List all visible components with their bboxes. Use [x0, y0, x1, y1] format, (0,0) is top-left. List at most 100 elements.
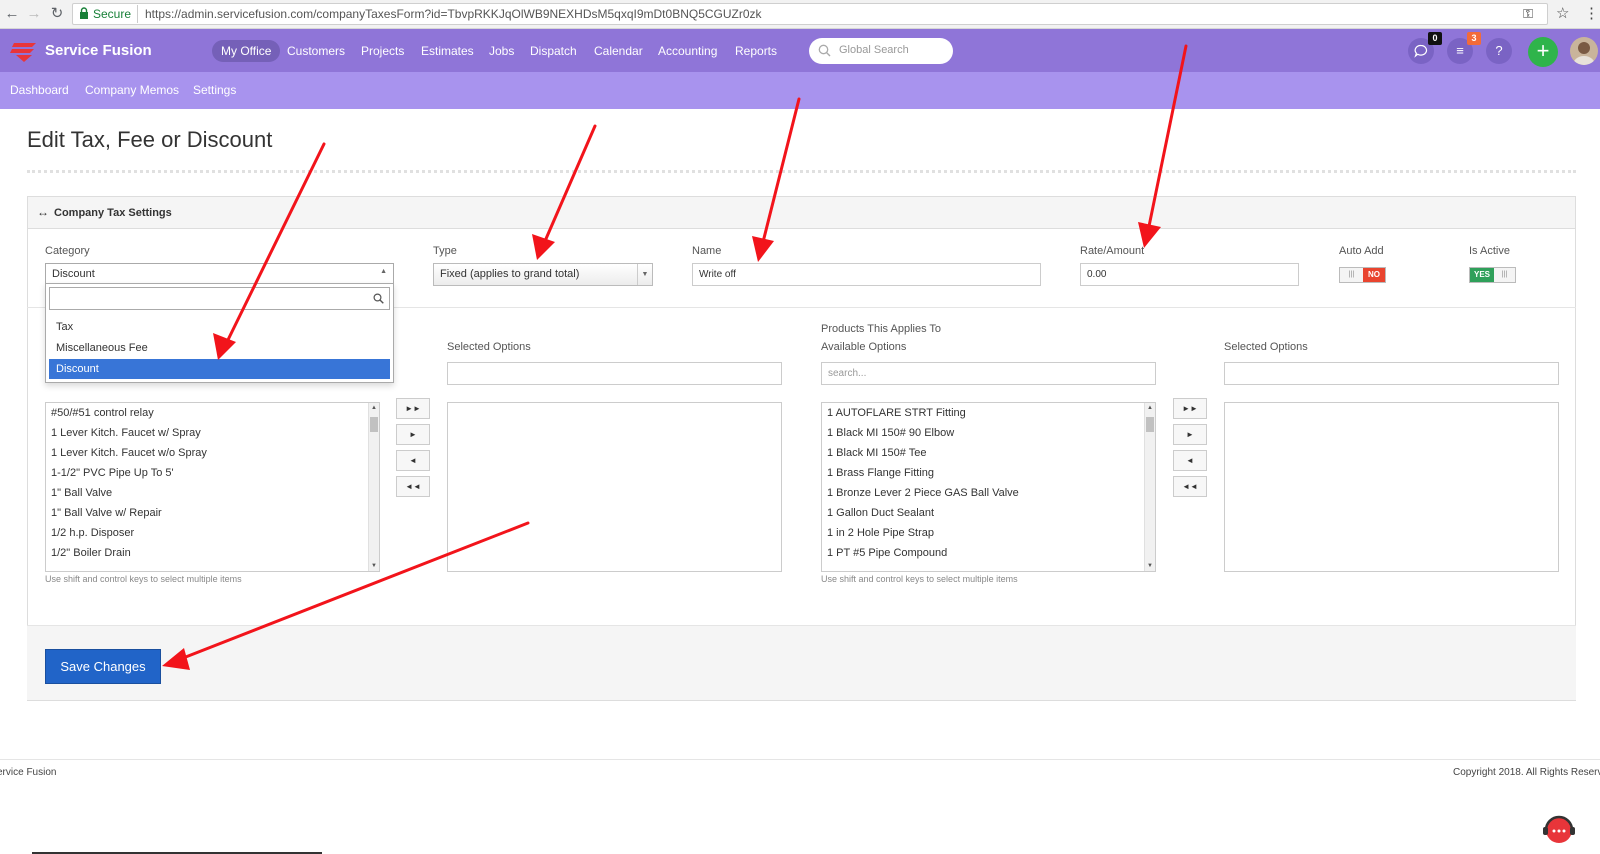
nav-jobs[interactable]: Jobs	[480, 40, 523, 62]
move-left-button[interactable]: ◄	[1173, 450, 1207, 471]
scroll-down-icon[interactable]: ▼	[1145, 561, 1155, 571]
list-item[interactable]: 1 Bronze Lever 2 Piece GAS Ball Valve	[827, 483, 1019, 503]
category-option-discount[interactable]: Discount	[49, 359, 390, 379]
save-changes-button[interactable]: Save Changes	[45, 649, 161, 684]
list-item[interactable]: 1/2" Boiler Drain	[51, 543, 131, 563]
list-item[interactable]: 1-1/2" PVC Pipe Up To 5'	[51, 463, 174, 483]
page-footer-divider	[0, 759, 1600, 760]
products-selected-list[interactable]	[1224, 402, 1559, 572]
products-hint: Use shift and control keys to select mul…	[821, 574, 1018, 584]
reload-icon[interactable]: ↻	[47, 4, 67, 24]
support-chat-icon[interactable]	[1541, 812, 1577, 848]
nav-calendar[interactable]: Calendar	[585, 40, 652, 62]
collapse-arrows-icon[interactable]: ↔	[37, 205, 49, 219]
browser-menu-icon[interactable]: ⋮	[1584, 4, 1599, 22]
services-hint: Use shift and control keys to select mul…	[45, 574, 242, 584]
global-search-placeholder: Global Search	[839, 44, 909, 56]
global-search-input[interactable]: Global Search	[809, 38, 953, 64]
subnav-settings[interactable]: Settings	[193, 83, 236, 97]
list-item[interactable]: 1 Brass Flange Fitting	[827, 463, 934, 483]
list-item[interactable]: 1 PT #5 Pipe Compound	[827, 543, 947, 563]
list-item[interactable]: 1 Lever Kitch. Faucet w/o Spray	[51, 443, 207, 463]
bookmark-star-icon[interactable]: ☆	[1556, 4, 1569, 22]
chevron-up-icon: ▲	[380, 268, 387, 275]
services-selected-label: Selected Options	[447, 341, 531, 353]
nav-projects[interactable]: Projects	[352, 40, 413, 62]
products-available-list[interactable]: 1 AUTOFLARE STRT Fitting 1 Black MI 150#…	[821, 402, 1156, 572]
move-all-right-button[interactable]: ►►	[1173, 398, 1207, 419]
category-label: Category	[45, 245, 90, 257]
move-all-left-button[interactable]: ◄◄	[1173, 476, 1207, 497]
help-icon[interactable]: ?	[1486, 38, 1512, 64]
scrollbar[interactable]: ▲ ▼	[1144, 403, 1155, 571]
category-option-miscellaneous-fee[interactable]: Miscellaneous Fee	[49, 338, 390, 358]
url-text[interactable]: https://admin.servicefusion.com/companyT…	[145, 7, 762, 21]
move-right-button[interactable]: ►	[1173, 424, 1207, 445]
move-right-button[interactable]: ►	[396, 424, 430, 445]
app-header: Service Fusion My Office Customers Proje…	[0, 29, 1600, 72]
list-item[interactable]: 1 Gallon Duct Sealant	[827, 503, 934, 523]
move-all-left-button[interactable]: ◄◄	[396, 476, 430, 497]
name-input[interactable]: Write off	[692, 263, 1041, 286]
list-item[interactable]: 1 in 2 Hole Pipe Strap	[827, 523, 934, 543]
subnav-dashboard[interactable]: Dashboard	[10, 83, 69, 97]
list-item[interactable]: 1" Ball Valve	[51, 483, 112, 503]
title-divider	[27, 170, 1576, 173]
list-item[interactable]: 1 Black MI 150# 90 Elbow	[827, 423, 954, 443]
name-value: Write off	[699, 269, 736, 280]
nav-my-office[interactable]: My Office	[212, 40, 281, 62]
list-item[interactable]: 1/2 h.p. Disposer	[51, 523, 134, 543]
services-selected-search[interactable]	[447, 362, 782, 385]
list-item[interactable]: 1 Lever Kitch. Faucet w/ Spray	[51, 423, 201, 443]
list-item[interactable]: #50/#51 control relay	[51, 403, 154, 423]
panel-header: ↔ Company Tax Settings	[28, 197, 1575, 229]
nav-estimates[interactable]: Estimates	[412, 40, 483, 62]
category-dropdown: Tax Miscellaneous Fee Discount	[45, 283, 394, 383]
page-title: Edit Tax, Fee or Discount	[27, 127, 273, 152]
toggle-grip-icon: |||	[1348, 271, 1355, 278]
scroll-up-icon[interactable]: ▲	[1145, 403, 1155, 413]
quick-add-button[interactable]: +	[1528, 37, 1558, 67]
rate-input[interactable]: 0.00	[1080, 263, 1299, 286]
move-all-right-button[interactable]: ►►	[396, 398, 430, 419]
address-bar[interactable]: Secure https://admin.servicefusion.com/c…	[72, 3, 1548, 25]
forward-icon[interactable]: →	[24, 4, 44, 24]
panel-title: Company Tax Settings	[54, 207, 172, 219]
type-select[interactable]: Fixed (applies to grand total) ▼	[433, 263, 653, 286]
move-left-button[interactable]: ◄	[396, 450, 430, 471]
nav-accounting[interactable]: Accounting	[649, 40, 726, 62]
nav-dispatch[interactable]: Dispatch	[521, 40, 586, 62]
products-search-input[interactable]: search...	[821, 362, 1156, 385]
avatar[interactable]	[1570, 37, 1598, 65]
auto-add-toggle[interactable]: ||| NO	[1339, 267, 1386, 283]
list-item[interactable]: 1" Ball Valve w/ Repair	[51, 503, 162, 523]
nav-customers[interactable]: Customers	[278, 40, 354, 62]
brand-name[interactable]: Service Fusion	[45, 42, 152, 59]
scrollbar[interactable]: ▲ ▼	[368, 403, 379, 571]
browser-toolbar: ← → ↻ Secure https://admin.servicefusion…	[0, 0, 1600, 29]
footer-copyright: Copyright 2018. All Rights Reserve	[1453, 767, 1600, 778]
products-section-label: Products This Applies To	[821, 323, 942, 335]
category-option-tax[interactable]: Tax	[49, 317, 390, 337]
list-item[interactable]: 1 AUTOFLARE STRT Fitting	[827, 403, 966, 423]
scroll-down-icon[interactable]: ▼	[369, 561, 379, 571]
subnav-company-memos[interactable]: Company Memos	[85, 83, 179, 97]
rate-value: 0.00	[1087, 269, 1107, 280]
secure-label: Secure	[93, 7, 132, 21]
back-icon[interactable]: ←	[2, 4, 22, 24]
scroll-thumb[interactable]	[1146, 417, 1154, 432]
url-separator	[137, 5, 138, 23]
is-active-toggle[interactable]: YES |||	[1469, 267, 1516, 283]
scroll-thumb[interactable]	[370, 417, 378, 432]
products-selected-search[interactable]	[1224, 362, 1559, 385]
nav-reports[interactable]: Reports	[726, 40, 786, 62]
search-icon	[373, 293, 384, 304]
key-icon[interactable]: ⚿	[1523, 6, 1533, 22]
products-selected-label: Selected Options	[1224, 341, 1308, 353]
list-item[interactable]: 1 Black MI 150# Tee	[827, 443, 926, 463]
scroll-up-icon[interactable]: ▲	[369, 403, 379, 413]
services-selected-list[interactable]	[447, 402, 782, 572]
category-dropdown-search[interactable]	[49, 287, 390, 310]
services-available-list[interactable]: #50/#51 control relay 1 Lever Kitch. Fau…	[45, 402, 380, 572]
service-fusion-logo-icon[interactable]	[10, 40, 40, 62]
